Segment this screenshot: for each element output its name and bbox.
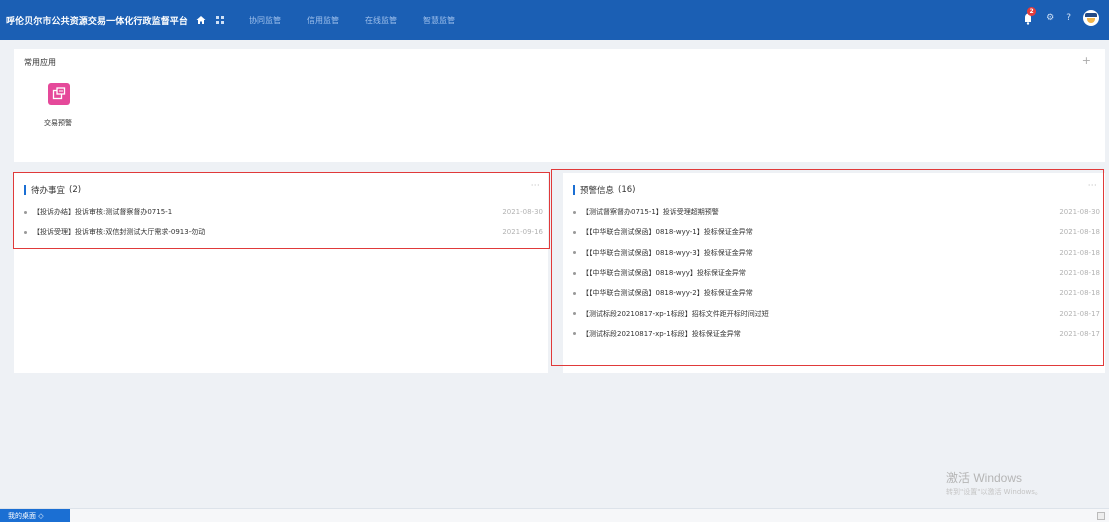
list-item-text: 【测试标段20210817-xp-1标段】投标保证金异常 xyxy=(582,329,741,338)
list-item-date: 2021-08-18 xyxy=(1059,228,1100,237)
todo-panel: 待办事宜 (2) ··· 【投诉办结】投诉审核:测试督察督办0715-1 202… xyxy=(14,173,548,373)
list-item-text: 【测试督察督办0715-1】投诉受理超期预警 xyxy=(582,208,719,217)
home-icon[interactable] xyxy=(196,15,206,25)
list-item[interactable]: 【测试标段20210817-xp-1标段】招标文件距开标时间过短 2021-08-… xyxy=(573,303,1100,323)
watermark-title: 激活 Windows xyxy=(946,471,1023,485)
warning-title: 预警信息 xyxy=(580,186,615,196)
watermark-subtitle: 转到"设置"以激活 Windows。 xyxy=(946,488,1042,496)
nav-item-online[interactable]: 在线监管 xyxy=(365,15,397,26)
list-item[interactable]: 【【中华联合测试保函】0818-wyy-3】投标保证金异常 2021-08-18 xyxy=(573,243,1100,263)
main-nav: 协同监管 信用监管 在线监管 智慧监管 xyxy=(249,15,481,26)
list-item-text: 【【中华联合测试保函】0818-wyy-3】投标保证金异常 xyxy=(582,248,753,257)
list-item-date: 2021-08-18 xyxy=(1059,269,1100,278)
list-item-date: 2021-08-18 xyxy=(1059,289,1100,298)
nav-item-credit[interactable]: 信用监管 xyxy=(307,15,339,26)
header-actions: 2 ⚙ ? xyxy=(1022,7,1099,26)
list-item-date: 2021-08-17 xyxy=(1059,309,1100,318)
bullet-icon xyxy=(573,251,576,255)
bullet-icon xyxy=(573,230,576,234)
top-header: 呼伦贝尔市公共资源交易一体化行政监督平台 协同监管 信用监管 在线监管 智慧监管… xyxy=(0,0,1109,40)
settings-icon[interactable]: ⚙ xyxy=(1046,13,1054,23)
nav-item-collab[interactable]: 协同监管 xyxy=(249,15,281,26)
bullet-icon xyxy=(573,210,576,214)
tab-my-desktop[interactable]: 我的桌面 ◇ xyxy=(0,509,70,522)
common-apps-card: 常用应用 + 交易预警 xyxy=(14,49,1105,162)
title-accent-bar xyxy=(24,185,26,195)
minimize-icon[interactable] xyxy=(1097,512,1105,520)
todo-count: (2) xyxy=(69,185,82,195)
bullet-icon xyxy=(573,332,576,336)
todo-list: 【投诉办结】投诉审核:测试督察督办0715-1 2021-08-30 【投诉受理… xyxy=(24,202,543,243)
list-item[interactable]: 【测试督察督办0715-1】投诉受理超期预警 2021-08-30 xyxy=(573,202,1100,222)
bullet-icon xyxy=(573,291,576,295)
transfer-icon[interactable] xyxy=(48,83,70,105)
bullet-icon xyxy=(573,271,576,275)
list-item-date: 2021-09-16 xyxy=(502,228,543,237)
warning-more-icon[interactable]: ··· xyxy=(1088,181,1097,190)
list-item[interactable]: 【【中华联合测试保函】0818-wyy-1】投标保证金异常 2021-08-18 xyxy=(573,222,1100,242)
bullet-icon xyxy=(24,230,27,234)
list-item-text: 【【中华联合测试保函】0818-wyy】投标保证金异常 xyxy=(582,269,746,278)
bullet-icon xyxy=(24,210,27,214)
list-item-text: 【测试标段20210817-xp-1标段】招标文件距开标时间过短 xyxy=(582,309,769,318)
app-title[interactable]: 呼伦贝尔市公共资源交易一体化行政监督平台 xyxy=(6,14,188,27)
grid-menu-icon[interactable] xyxy=(215,15,225,25)
list-item-date: 2021-08-17 xyxy=(1059,329,1100,338)
list-item-text: 【【中华联合测试保函】0818-wyy-1】投标保证金异常 xyxy=(582,228,753,237)
list-item[interactable]: 【【中华联合测试保函】0818-wyy-2】投标保证金异常 2021-08-18 xyxy=(573,283,1100,303)
bullet-icon xyxy=(573,312,576,316)
list-item-text: 【投诉受理】投诉审核:双信封测试大厅需求-0913-勿动 xyxy=(33,228,206,237)
list-item-text: 【投诉办结】投诉审核:测试督察督办0715-1 xyxy=(33,208,173,217)
list-item-date: 2021-08-30 xyxy=(502,208,543,217)
list-item[interactable]: 【投诉办结】投诉审核:测试督察督办0715-1 2021-08-30 xyxy=(24,202,543,222)
warning-count: (16) xyxy=(618,185,636,195)
list-item[interactable]: 【投诉受理】投诉审核:双信封测试大厅需求-0913-勿动 2021-09-16 xyxy=(24,222,543,242)
warning-header: 预警信息 (16) xyxy=(573,184,635,196)
todo-more-icon[interactable]: ··· xyxy=(531,181,540,190)
nav-item-smart[interactable]: 智慧监管 xyxy=(423,15,455,26)
warning-panel: 预警信息 (16) ··· 【测试督察督办0715-1】投诉受理超期预警 2021… xyxy=(563,173,1105,373)
avatar[interactable] xyxy=(1083,10,1099,26)
todo-title: 待办事宜 xyxy=(31,186,66,196)
add-app-icon[interactable]: + xyxy=(1082,54,1091,67)
list-item[interactable]: 【测试标段20210817-xp-1标段】投标保证金异常 2021-08-17 xyxy=(573,324,1100,344)
bottom-taskbar: 我的桌面 ◇ xyxy=(0,508,1109,522)
todo-header: 待办事宜 (2) xyxy=(24,184,81,196)
list-item-date: 2021-08-18 xyxy=(1059,248,1100,257)
bell-icon[interactable]: 2 xyxy=(1022,7,1037,26)
title-accent-bar xyxy=(573,185,575,195)
warning-list: 【测试督察督办0715-1】投诉受理超期预警 2021-08-30 【【中华联合测… xyxy=(573,202,1100,344)
list-item-date: 2021-08-30 xyxy=(1059,208,1100,217)
list-item[interactable]: 【【中华联合测试保函】0818-wyy】投标保证金异常 2021-08-18 xyxy=(573,263,1100,283)
help-icon[interactable]: ? xyxy=(1066,13,1071,23)
common-apps-title: 常用应用 xyxy=(24,58,56,67)
list-item-text: 【【中华联合测试保函】0818-wyy-2】投标保证金异常 xyxy=(582,289,753,298)
app-label-trade-warning[interactable]: 交易预警 xyxy=(44,118,72,128)
